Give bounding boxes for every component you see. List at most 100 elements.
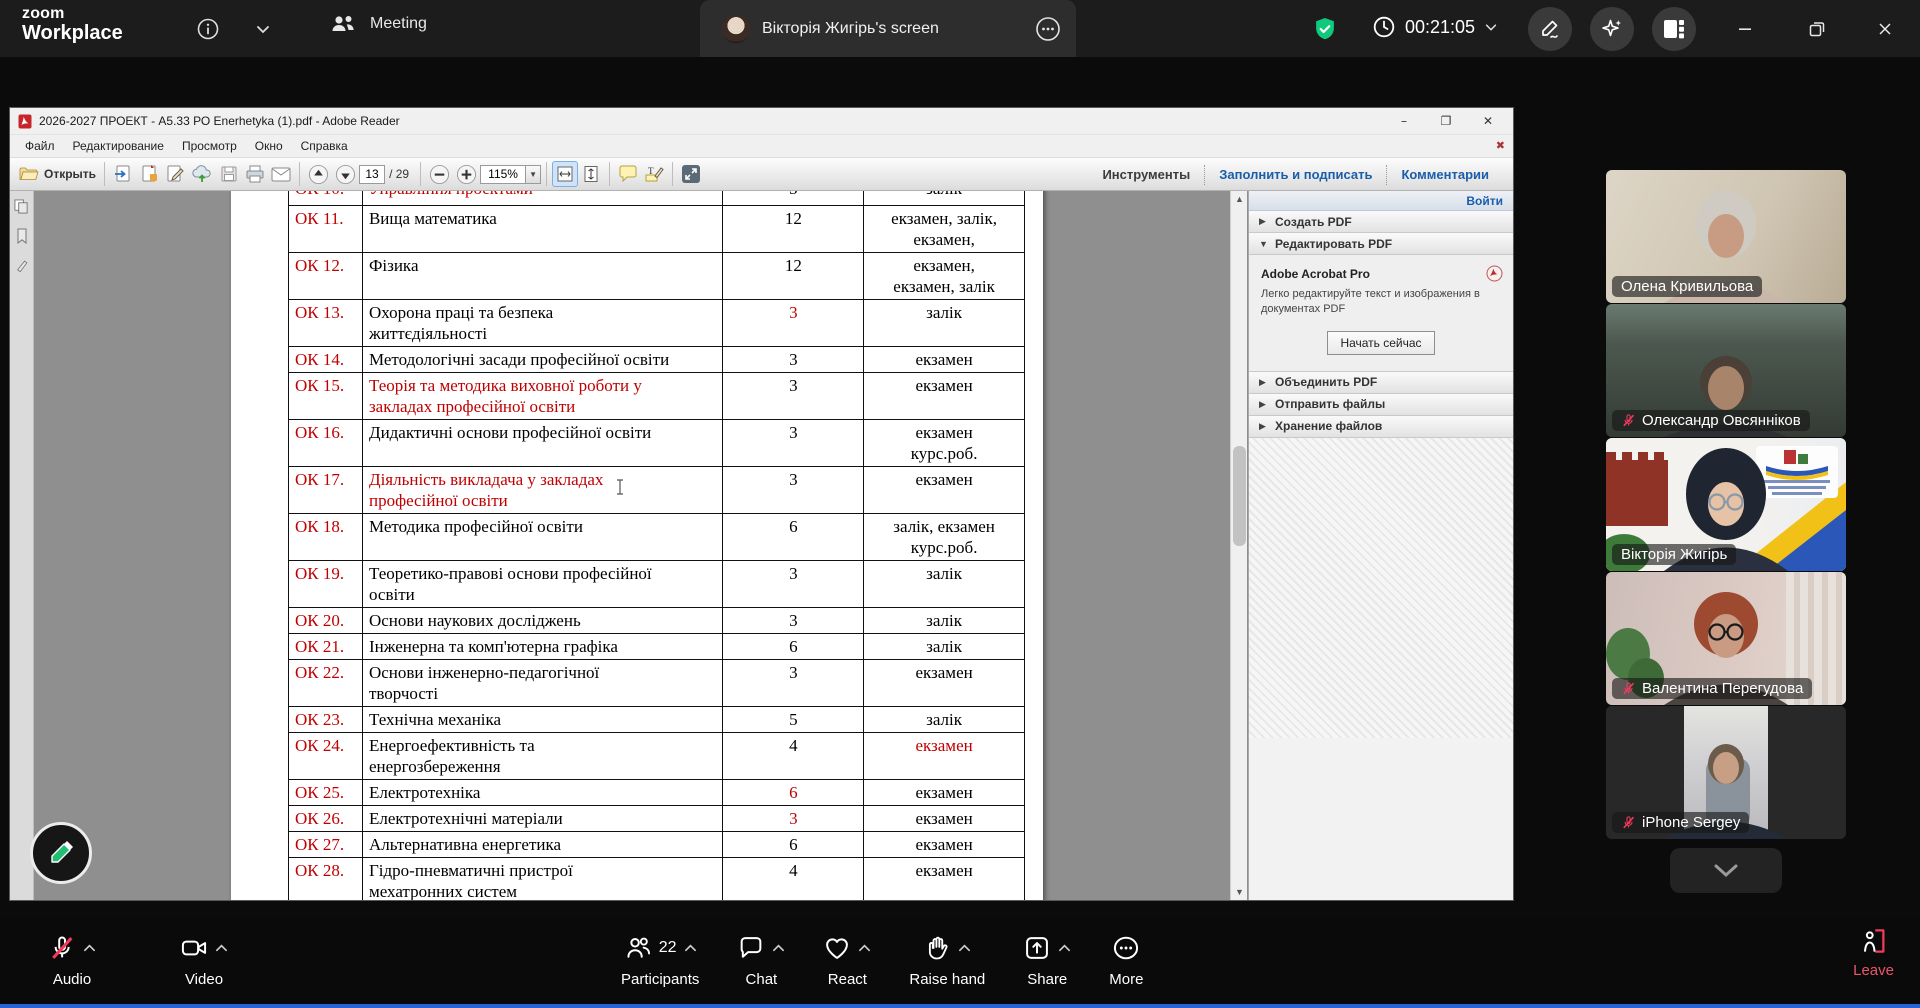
participant-name: iPhone Sergey <box>1642 814 1740 831</box>
tab-shared-screen[interactable]: Вікторія Жигірь's screen <box>700 0 1076 57</box>
leave-button[interactable]: Leave <box>1853 926 1894 979</box>
more-options-icon[interactable] <box>1034 15 1062 43</box>
chevron-up-icon[interactable] <box>1058 943 1071 953</box>
menu-item[interactable]: Справка <box>292 136 357 156</box>
table-cell-code: ОК 12. <box>289 253 363 300</box>
zoom-level-input[interactable] <box>480 165 526 184</box>
section-edit-pdf[interactable]: ▼ Редактировать PDF <box>1249 233 1513 255</box>
tab-meeting[interactable]: Meeting <box>330 12 427 36</box>
annotate-pencil-icon[interactable] <box>1528 7 1572 51</box>
menu-item[interactable]: Редактирование <box>64 136 173 156</box>
toolbar-pane-toggle[interactable]: Инструменты <box>1088 167 1204 182</box>
show-more-participants-button[interactable] <box>1670 848 1782 893</box>
section-store-files[interactable]: ▶ Хранение файлов <box>1249 416 1513 438</box>
pdf-page-view[interactable]: ОК 10.Управління проектами3залікОК 11.Ви… <box>35 191 1229 900</box>
audio-button[interactable]: Audio <box>42 926 102 988</box>
participant-name-tag: Вікторія Жигірь <box>1612 544 1736 565</box>
save-icon[interactable] <box>216 161 242 187</box>
share-button[interactable]: Share <box>1017 926 1077 988</box>
window-minimize-icon[interactable] <box>1728 12 1762 46</box>
start-now-button[interactable]: Начать сейчас <box>1327 331 1434 355</box>
logo-zoom-text: zoom <box>22 6 123 23</box>
table-cell-name: Альтернативна енергетика <box>362 832 723 858</box>
menu-item[interactable]: Файл <box>16 136 64 156</box>
scroll-up-icon[interactable]: ▲ <box>1231 191 1248 207</box>
toolbar-close-icon[interactable]: ✖ <box>1496 139 1505 152</box>
more-button[interactable]: More <box>1103 926 1149 988</box>
zoom-in-icon[interactable] <box>453 161 480 187</box>
page-number-input[interactable] <box>359 165 385 184</box>
table-cell-name: Основи наукових досліджень <box>362 608 723 634</box>
zoom-out-icon[interactable] <box>426 161 453 187</box>
fit-page-icon[interactable] <box>578 161 604 187</box>
comment-icon[interactable] <box>615 161 641 187</box>
chevron-up-icon[interactable] <box>772 943 785 953</box>
sign-document-icon[interactable] <box>162 161 188 187</box>
video-tile[interactable]: Вікторія Жигірь <box>1606 438 1846 571</box>
video-button[interactable]: Video <box>174 926 234 988</box>
ai-companion-sparkle-icon[interactable] <box>1590 7 1634 51</box>
print-icon[interactable] <box>242 161 268 187</box>
triangle-right-icon: ▶ <box>1259 399 1267 410</box>
document-scrollbar[interactable]: ▲ ▼ <box>1230 191 1247 900</box>
next-page-icon[interactable] <box>332 161 359 187</box>
leave-icon <box>1859 926 1889 956</box>
scroll-down-icon[interactable]: ▼ <box>1231 884 1248 900</box>
export-pdf-icon[interactable] <box>110 161 136 187</box>
menu-item[interactable]: Окно <box>246 136 292 156</box>
table-cell-code: ОК 23. <box>289 707 363 733</box>
chevron-down-icon[interactable] <box>248 14 278 44</box>
toolbar-pane-toggle[interactable]: Комментарии <box>1387 167 1503 182</box>
react-button[interactable]: React <box>817 926 877 988</box>
meeting-info-icon[interactable] <box>193 14 223 44</box>
view-layout-icon[interactable] <box>1652 7 1696 51</box>
participant-name: Валентина Перегудова <box>1642 680 1803 697</box>
email-icon[interactable] <box>268 161 294 187</box>
zoom-dropdown-icon[interactable]: ▼ <box>526 165 541 184</box>
video-tile[interactable]: Олександр Овсянніков <box>1606 304 1846 437</box>
raise-hand-button[interactable]: Raise hand <box>903 926 991 988</box>
table-cell-exam: залік <box>864 300 1025 347</box>
video-tile[interactable]: Олена Кривильова <box>1606 170 1846 303</box>
chevron-up-icon[interactable] <box>958 943 971 953</box>
pdf-title-bar[interactable]: 2026-2027 ПРОЕКТ - А5.33 РО Enerhetyka (… <box>10 108 1513 135</box>
pdf-restore-icon[interactable]: ❐ <box>1425 108 1467 134</box>
pdf-minimize-icon[interactable]: – <box>1383 108 1425 134</box>
previous-page-icon[interactable] <box>305 161 332 187</box>
menu-item[interactable]: Просмотр <box>173 136 246 156</box>
open-button[interactable]: Открыть <box>16 161 99 187</box>
security-shield-icon[interactable] <box>1312 16 1338 47</box>
video-tile[interactable]: iPhone Sergey <box>1606 706 1846 839</box>
window-close-icon[interactable] <box>1868 12 1902 46</box>
fit-width-icon[interactable] <box>552 161 578 187</box>
pdf-close-icon[interactable]: ✕ <box>1467 108 1509 134</box>
table-cell-exam: залік, екзаменкурс.роб. <box>864 514 1025 561</box>
chevron-up-icon[interactable] <box>684 943 697 953</box>
sign-in-link[interactable]: Войти <box>1466 194 1503 208</box>
highlight-text-icon[interactable]: T <box>641 161 667 187</box>
send-cloud-icon[interactable] <box>188 161 216 187</box>
fullscreen-icon[interactable] <box>678 161 704 187</box>
section-create-pdf[interactable]: ▶ Создать PDF <box>1249 211 1513 233</box>
window-restore-icon[interactable] <box>1800 12 1834 46</box>
section-label: Хранение файлов <box>1275 419 1382 433</box>
participants-button[interactable]: 22Participants <box>615 926 705 988</box>
page-thumbnails-icon[interactable] <box>14 199 29 214</box>
video-tile[interactable]: Валентина Перегудова <box>1606 572 1846 705</box>
chevron-up-icon[interactable] <box>215 943 228 953</box>
bookmarks-icon[interactable] <box>15 228 29 244</box>
chevron-up-icon[interactable] <box>83 943 96 953</box>
create-pdf-icon[interactable] <box>136 161 162 187</box>
chevron-up-icon[interactable] <box>858 943 871 953</box>
annotation-pencil-button[interactable] <box>30 822 92 884</box>
chat-button[interactable]: Chat <box>731 926 791 988</box>
meeting-timer[interactable]: 00:21:05 <box>1372 15 1498 39</box>
attachments-icon[interactable] <box>15 258 29 273</box>
scrollbar-thumb[interactable] <box>1233 446 1246 546</box>
toolbar-pane-toggle[interactable]: Заполнить и подписать <box>1205 167 1386 182</box>
chevron-down-icon[interactable] <box>1484 20 1498 34</box>
table-row: ОК 11.Вища математика12екзамен, залік,ек… <box>289 206 1025 253</box>
svg-text:T: T <box>648 166 654 176</box>
section-combine-pdf[interactable]: ▶ Объединить PDF <box>1249 372 1513 394</box>
section-send-files[interactable]: ▶ Отправить файлы <box>1249 394 1513 416</box>
